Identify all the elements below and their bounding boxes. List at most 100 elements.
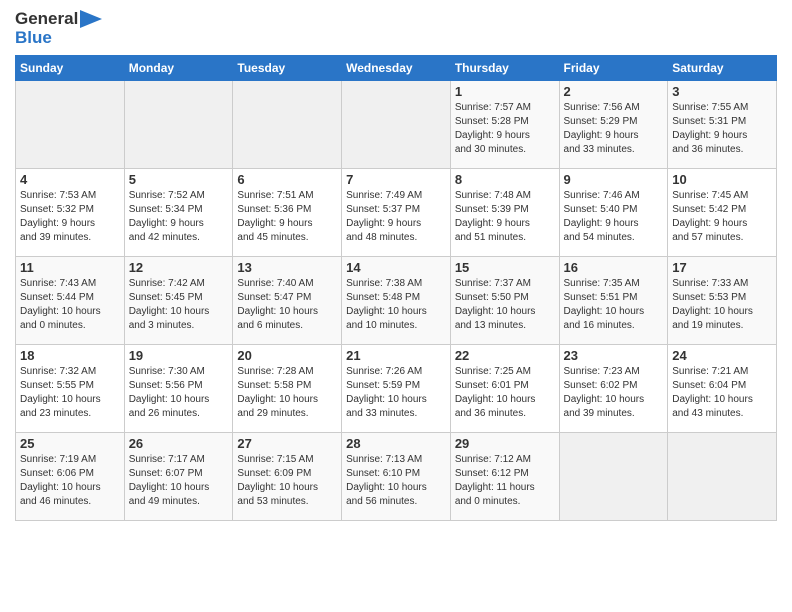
header-monday: Monday: [124, 56, 233, 81]
calendar-cell: [668, 433, 777, 521]
header-saturday: Saturday: [668, 56, 777, 81]
calendar-table: SundayMondayTuesdayWednesdayThursdayFrid…: [15, 55, 777, 521]
calendar-cell: 11Sunrise: 7:43 AM Sunset: 5:44 PM Dayli…: [16, 257, 125, 345]
calendar-cell: 17 Sunrise: 7:33 AM Sunset: 5:53 PM Dayli…: [668, 257, 777, 345]
day-info: Sunrise: 7:35 AM Sunset: 5:51 PM Dayligh…: [564, 277, 664, 333]
calendar-cell: 28 Sunrise: 7:13 AM Sunset: 6:10 PM Dayli…: [342, 433, 451, 521]
calendar-cell: 19 Sunrise: 7:30 AM Sunset: 5:56 PM Dayli…: [124, 345, 233, 433]
day-number: 17: [672, 260, 772, 275]
calendar-cell: 26 Sunrise: 7:17 AM Sunset: 6:07 PM Dayli…: [124, 433, 233, 521]
calendar-cell: 13 Sunrise: 7:40 AM Sunset: 5:47 PM Dayli…: [233, 257, 342, 345]
day-info: Sunrise: 7:13 AM Sunset: 6:10 PM Dayligh…: [346, 453, 446, 509]
calendar-cell: 1 Sunrise: 7:57 AM Sunset: 5:28 PM Daylig…: [450, 81, 559, 169]
day-info: Sunrise: 7:53 AM Sunset: 5:32 PM Dayligh…: [20, 189, 120, 245]
logo: General Blue: [15, 10, 102, 47]
calendar-cell: 12Sunrise: 7:42 AM Sunset: 5:45 PM Dayli…: [124, 257, 233, 345]
calendar-cell: 15 Sunrise: 7:37 AM Sunset: 5:50 PM Dayli…: [450, 257, 559, 345]
calendar-cell: 4Sunrise: 7:53 AM Sunset: 5:32 PM Daylig…: [16, 169, 125, 257]
week-row-3: 18 Sunrise: 7:32 AM Sunset: 5:55 PM Dayli…: [16, 345, 777, 433]
day-info: Sunrise: 7:46 AM Sunset: 5:40 PM Dayligh…: [564, 189, 664, 245]
day-number: 19: [129, 348, 229, 363]
day-info: Sunrise: 7:57 AM Sunset: 5:28 PM Dayligh…: [455, 101, 555, 157]
day-info: Sunrise: 7:21 AM Sunset: 6:04 PM Dayligh…: [672, 365, 772, 421]
day-number: 25: [20, 436, 120, 451]
calendar-header-row: SundayMondayTuesdayWednesdayThursdayFrid…: [16, 56, 777, 81]
logo-display: General Blue: [15, 10, 102, 47]
calendar-cell: [233, 81, 342, 169]
week-row-0: 1 Sunrise: 7:57 AM Sunset: 5:28 PM Daylig…: [16, 81, 777, 169]
day-number: 5: [129, 172, 229, 187]
day-number: 11: [20, 260, 120, 275]
calendar-cell: 2 Sunrise: 7:56 AM Sunset: 5:29 PM Daylig…: [559, 81, 668, 169]
day-info: Sunrise: 7:56 AM Sunset: 5:29 PM Dayligh…: [564, 101, 664, 157]
page-container: General Blue SundayMondayTuesdayWednesda…: [0, 0, 792, 531]
day-number: 22: [455, 348, 555, 363]
calendar-cell: [16, 81, 125, 169]
day-number: 14: [346, 260, 446, 275]
day-number: 21: [346, 348, 446, 363]
day-info: Sunrise: 7:49 AM Sunset: 5:37 PM Dayligh…: [346, 189, 446, 245]
header-thursday: Thursday: [450, 56, 559, 81]
logo-blue: Blue: [15, 29, 102, 48]
calendar-cell: 14Sunrise: 7:38 AM Sunset: 5:48 PM Dayli…: [342, 257, 451, 345]
header-friday: Friday: [559, 56, 668, 81]
week-row-1: 4Sunrise: 7:53 AM Sunset: 5:32 PM Daylig…: [16, 169, 777, 257]
day-info: Sunrise: 7:28 AM Sunset: 5:58 PM Dayligh…: [237, 365, 337, 421]
calendar-cell: 27Sunrise: 7:15 AM Sunset: 6:09 PM Dayli…: [233, 433, 342, 521]
calendar-cell: 16 Sunrise: 7:35 AM Sunset: 5:51 PM Dayli…: [559, 257, 668, 345]
day-info: Sunrise: 7:30 AM Sunset: 5:56 PM Dayligh…: [129, 365, 229, 421]
day-number: 15: [455, 260, 555, 275]
day-number: 16: [564, 260, 664, 275]
day-number: 10: [672, 172, 772, 187]
day-info: Sunrise: 7:25 AM Sunset: 6:01 PM Dayligh…: [455, 365, 555, 421]
calendar-cell: 20 Sunrise: 7:28 AM Sunset: 5:58 PM Dayli…: [233, 345, 342, 433]
day-info: Sunrise: 7:37 AM Sunset: 5:50 PM Dayligh…: [455, 277, 555, 333]
day-number: 23: [564, 348, 664, 363]
day-info: Sunrise: 7:23 AM Sunset: 6:02 PM Dayligh…: [564, 365, 664, 421]
page-header: General Blue: [15, 10, 777, 47]
calendar-cell: 9 Sunrise: 7:46 AM Sunset: 5:40 PM Daylig…: [559, 169, 668, 257]
header-sunday: Sunday: [16, 56, 125, 81]
day-number: 2: [564, 84, 664, 99]
day-number: 6: [237, 172, 337, 187]
calendar-cell: 10 Sunrise: 7:45 AM Sunset: 5:42 PM Dayli…: [668, 169, 777, 257]
day-number: 13: [237, 260, 337, 275]
calendar-cell: 5 Sunrise: 7:52 AM Sunset: 5:34 PM Daylig…: [124, 169, 233, 257]
day-number: 8: [455, 172, 555, 187]
calendar-cell: 6 Sunrise: 7:51 AM Sunset: 5:36 PM Daylig…: [233, 169, 342, 257]
day-info: Sunrise: 7:19 AM Sunset: 6:06 PM Dayligh…: [20, 453, 120, 509]
calendar-cell: 3 Sunrise: 7:55 AM Sunset: 5:31 PM Daylig…: [668, 81, 777, 169]
calendar-cell: [124, 81, 233, 169]
day-number: 29: [455, 436, 555, 451]
day-info: Sunrise: 7:15 AM Sunset: 6:09 PM Dayligh…: [237, 453, 337, 509]
day-number: 26: [129, 436, 229, 451]
calendar-cell: 24 Sunrise: 7:21 AM Sunset: 6:04 PM Dayli…: [668, 345, 777, 433]
day-info: Sunrise: 7:32 AM Sunset: 5:55 PM Dayligh…: [20, 365, 120, 421]
day-info: Sunrise: 7:26 AM Sunset: 5:59 PM Dayligh…: [346, 365, 446, 421]
day-number: 9: [564, 172, 664, 187]
header-wednesday: Wednesday: [342, 56, 451, 81]
day-info: Sunrise: 7:51 AM Sunset: 5:36 PM Dayligh…: [237, 189, 337, 245]
day-number: 24: [672, 348, 772, 363]
day-number: 18: [20, 348, 120, 363]
day-number: 3: [672, 84, 772, 99]
calendar-cell: 8 Sunrise: 7:48 AM Sunset: 5:39 PM Daylig…: [450, 169, 559, 257]
day-number: 28: [346, 436, 446, 451]
calendar-cell: 22 Sunrise: 7:25 AM Sunset: 6:01 PM Dayli…: [450, 345, 559, 433]
calendar-cell: 18 Sunrise: 7:32 AM Sunset: 5:55 PM Dayli…: [16, 345, 125, 433]
day-number: 20: [237, 348, 337, 363]
calendar-cell: [559, 433, 668, 521]
day-info: Sunrise: 7:55 AM Sunset: 5:31 PM Dayligh…: [672, 101, 772, 157]
day-number: 1: [455, 84, 555, 99]
day-info: Sunrise: 7:17 AM Sunset: 6:07 PM Dayligh…: [129, 453, 229, 509]
day-info: Sunrise: 7:48 AM Sunset: 5:39 PM Dayligh…: [455, 189, 555, 245]
day-info: Sunrise: 7:40 AM Sunset: 5:47 PM Dayligh…: [237, 277, 337, 333]
day-info: Sunrise: 7:33 AM Sunset: 5:53 PM Dayligh…: [672, 277, 772, 333]
day-number: 7: [346, 172, 446, 187]
calendar-cell: 25 Sunrise: 7:19 AM Sunset: 6:06 PM Dayli…: [16, 433, 125, 521]
week-row-2: 11Sunrise: 7:43 AM Sunset: 5:44 PM Dayli…: [16, 257, 777, 345]
calendar-cell: 7 Sunrise: 7:49 AM Sunset: 5:37 PM Daylig…: [342, 169, 451, 257]
day-info: Sunrise: 7:45 AM Sunset: 5:42 PM Dayligh…: [672, 189, 772, 245]
logo-general: General: [15, 10, 78, 29]
day-info: Sunrise: 7:52 AM Sunset: 5:34 PM Dayligh…: [129, 189, 229, 245]
